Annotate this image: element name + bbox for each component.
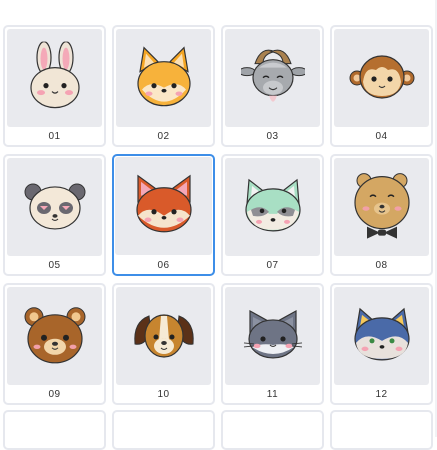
avatar-option-partial[interactable]: [3, 410, 106, 450]
avatar-label: 08: [375, 260, 388, 271]
avatar-option-10[interactable]: 10: [112, 283, 215, 405]
bear-bowtie-face-icon: [353, 173, 410, 239]
avatar-thumbnail: [7, 287, 102, 385]
avatar-option-08[interactable]: 08: [330, 154, 433, 276]
puppy-face-icon: [133, 314, 194, 358]
goat-face-icon: [240, 49, 305, 102]
avatar-label: 03: [266, 131, 279, 142]
avatar-thumbnail: [7, 29, 102, 127]
avatar-option-06[interactable]: 06: [112, 154, 215, 276]
avatar-label: 04: [375, 131, 388, 142]
fox-shiba-face-icon: [136, 46, 191, 107]
monkey-face-icon: [349, 55, 414, 99]
avatar-label: 10: [157, 389, 170, 400]
avatar-thumbnail: [116, 287, 211, 385]
avatar-thumbnail: [115, 157, 212, 255]
avatar-thumbnail: [116, 29, 211, 127]
avatar-label: 09: [48, 389, 61, 400]
avatar-option-partial[interactable]: [330, 410, 433, 450]
avatar-option-partial[interactable]: [221, 410, 324, 450]
avatar-label: 12: [375, 389, 388, 400]
avatar-option-01[interactable]: 01: [3, 25, 106, 147]
avatar-option-11[interactable]: 11: [221, 283, 324, 405]
avatar-label: 02: [157, 131, 170, 142]
avatar-thumbnail: [7, 158, 102, 256]
avatar-thumbnail: [225, 158, 320, 256]
avatar-grid: 01 02 03 04 05 06 07 08 09 10 11 12: [0, 0, 437, 450]
avatar-option-07[interactable]: 07: [221, 154, 324, 276]
gray-cat-face-icon: [243, 309, 302, 359]
avatar-thumbnail: [225, 287, 320, 385]
avatar-thumbnail: [225, 29, 320, 127]
avatar-thumbnail: [334, 29, 429, 127]
avatar-thumbnail: [334, 287, 429, 385]
avatar-option-12[interactable]: 12: [330, 283, 433, 405]
avatar-thumbnail: [334, 158, 429, 256]
brown-bear-face-icon: [24, 307, 85, 364]
avatar-label: 11: [266, 389, 279, 400]
avatar-label: 01: [48, 131, 61, 142]
blue-wolf-face-icon: [353, 307, 410, 361]
avatar-option-02[interactable]: 02: [112, 25, 215, 147]
raccoon-face-icon: [244, 178, 301, 232]
bunny-face-icon: [29, 41, 80, 109]
avatar-option-03[interactable]: 03: [221, 25, 324, 147]
avatar-label: 06: [157, 260, 170, 271]
fox-face-icon: [135, 174, 192, 233]
panda-face-icon: [24, 183, 85, 230]
avatar-option-04[interactable]: 04: [330, 25, 433, 147]
avatar-label: 05: [48, 260, 61, 271]
avatar-option-05[interactable]: 05: [3, 154, 106, 276]
avatar-option-partial[interactable]: [112, 410, 215, 450]
avatar-label: 07: [266, 260, 279, 271]
avatar-option-09[interactable]: 09: [3, 283, 106, 405]
